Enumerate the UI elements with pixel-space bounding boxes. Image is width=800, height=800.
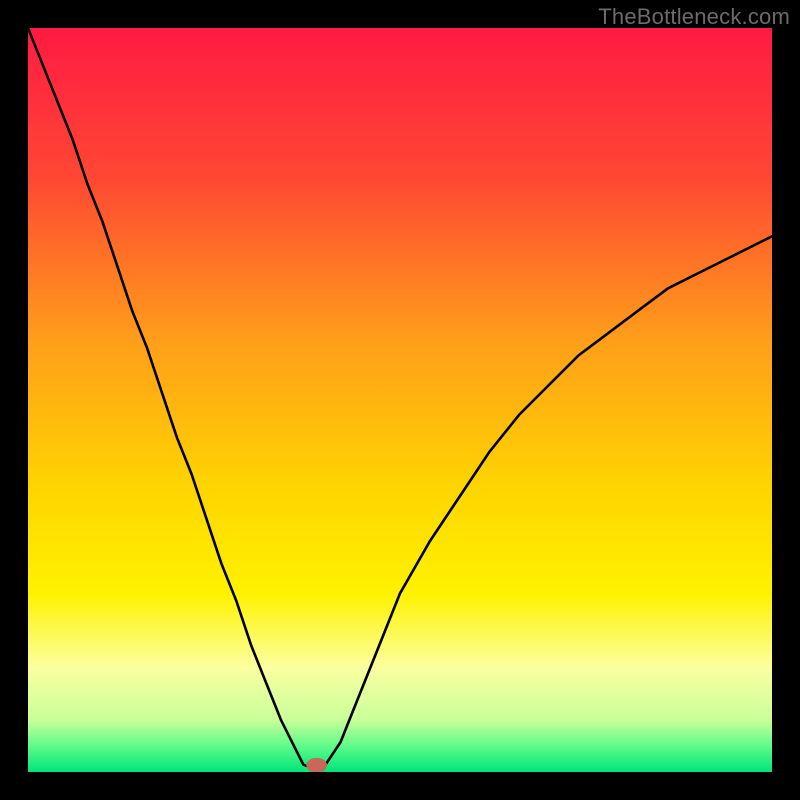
chart-svg xyxy=(28,28,772,772)
watermark-text: TheBottleneck.com xyxy=(598,4,790,30)
chart-background xyxy=(28,28,772,772)
chart-frame xyxy=(28,28,772,772)
